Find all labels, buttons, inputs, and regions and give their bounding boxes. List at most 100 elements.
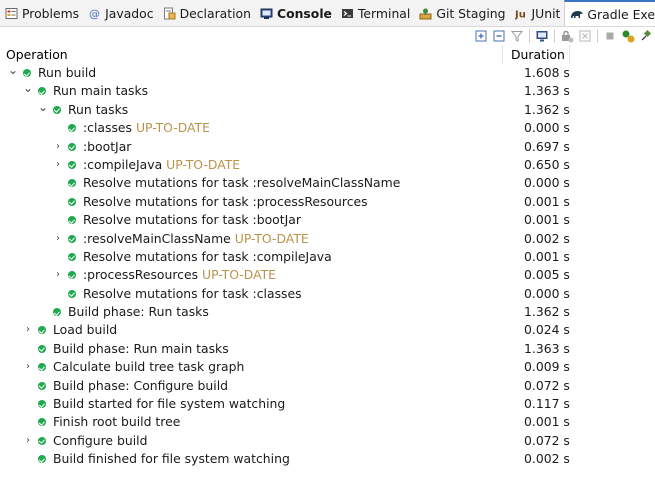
operation-name: Build finished for file system watching: [53, 451, 290, 467]
pin-icon[interactable]: [639, 29, 653, 43]
tree-row[interactable]: › :bootJar 0.697 s: [0, 138, 655, 156]
view-toolbar: [472, 27, 655, 45]
tree-row[interactable]: Build started for file system watching 0.…: [0, 395, 655, 413]
operation-label: :resolveMainClassName UP-TO-DATE: [83, 231, 309, 246]
tree-row[interactable]: ›:processResources UP-TO-DATE 0.005 s: [0, 266, 655, 284]
operation-label: :classes UP-TO-DATE: [83, 120, 210, 135]
collapsed-chevron-icon[interactable]: ›: [22, 358, 34, 376]
duration-value: 0.697 s: [524, 138, 570, 154]
expanded-chevron-icon[interactable]: ⌄: [7, 64, 19, 82]
rerun-icon[interactable]: [560, 29, 574, 43]
tree-row[interactable]: ⌄ Run main tasks 1.363 s: [0, 82, 655, 100]
filter-icon[interactable]: [510, 29, 524, 43]
success-status-icon: [38, 436, 46, 445]
cancel-icon[interactable]: [578, 29, 592, 43]
tree-row[interactable]: Resolve mutations for task :resolveMainC…: [0, 174, 655, 192]
tab-label: JUnit: [531, 5, 561, 21]
tab-problems[interactable]: Problems: [0, 0, 83, 26]
tree-row[interactable]: Build phase: Run main tasks 1.363 s: [0, 340, 655, 358]
tree-row[interactable]: ⌄ Run tasks 1.362 s: [0, 100, 655, 119]
duration-value: 1.608 s: [524, 65, 570, 80]
tab-declaration[interactable]: Declaration: [158, 0, 255, 26]
operation-label: Run main tasks: [53, 83, 148, 98]
collapsed-chevron-icon[interactable]: ›: [52, 266, 64, 284]
tree-row[interactable]: ⌄ Run build 1.608 s: [0, 64, 655, 82]
tab-terminal[interactable]: Terminal: [336, 0, 414, 26]
tab-javadoc[interactable]: @ Javadoc: [83, 0, 157, 26]
operation-label: Build phase: Run tasks: [68, 304, 209, 319]
execution-tree[interactable]: ⌄ Run build 1.608 s ⌄ Run main tasks 1.363 s ⌄…: [0, 64, 655, 469]
success-status-icon: [38, 455, 46, 464]
duration-value: 0.650 s: [524, 156, 570, 172]
tree-row[interactable]: › Load build 0.024 s: [0, 321, 655, 339]
tree-row[interactable]: ›:resolveMainClassName UP-TO-DATE 0.002 s: [0, 230, 655, 248]
duration-column-header[interactable]: Duration: [511, 47, 565, 62]
success-status-icon: [38, 418, 46, 427]
duration-value: 1.362 s: [524, 101, 570, 117]
tab-console[interactable]: Console: [255, 0, 336, 26]
tree-row[interactable]: ›:compileJava UP-TO-DATE 0.650 s: [0, 156, 655, 174]
tree-row[interactable]: Resolve mutations for task :classes 0.000…: [0, 285, 655, 303]
collapsed-chevron-icon[interactable]: ›: [52, 156, 64, 174]
success-status-icon: [68, 179, 76, 188]
duration-value: 0.001 s: [524, 248, 570, 264]
success-status-icon: [68, 271, 76, 280]
success-status-icon: [53, 105, 61, 114]
collapsed-chevron-icon[interactable]: ›: [52, 138, 64, 156]
duration-value: 0.001 s: [524, 414, 570, 430]
collapsed-chevron-icon[interactable]: ›: [22, 321, 34, 339]
success-status-icon: [68, 197, 76, 206]
duration-value: 0.001 s: [524, 212, 570, 228]
duration-value: 0.000 s: [524, 285, 570, 301]
duration-value: 0.001 s: [524, 193, 570, 209]
success-status-icon: [68, 160, 76, 169]
operation-name: Build started for file system watching: [53, 396, 286, 412]
operation-name: Run build: [38, 65, 97, 80]
success-status-icon: [68, 252, 76, 261]
tree-row[interactable]: Resolve mutations for task :bootJar 0.001…: [0, 211, 655, 229]
tab-label: Console: [277, 5, 332, 21]
svg-text:Ju: Ju: [515, 9, 526, 20]
console-icon: [260, 7, 273, 20]
tab-junit[interactable]: Ju JUnit: [510, 0, 565, 26]
stop-icon[interactable]: [603, 29, 617, 43]
junit-icon: Ju: [514, 7, 528, 20]
toolbar-separator: [597, 29, 598, 43]
tree-row[interactable]: Build phase: Run tasks 1.362 s: [0, 303, 655, 321]
operation-label: Build phase: Configure build: [53, 378, 228, 393]
duration-value: 1.362 s: [524, 304, 570, 320]
link-with-console-icon[interactable]: [535, 29, 549, 43]
tree-row[interactable]: › Configure build 0.072 s: [0, 432, 655, 450]
expand-all-icon[interactable]: [474, 29, 488, 43]
operation-name: :compileJava: [83, 156, 163, 172]
tree-row[interactable]: Build finished for file system watching 0…: [0, 450, 655, 468]
operation-column-header[interactable]: Operation: [6, 47, 68, 62]
tree-row[interactable]: Resolve mutations for task :processResou…: [0, 193, 655, 211]
operation-name: Configure build: [53, 432, 148, 448]
operation-label: :bootJar: [83, 139, 131, 154]
tree-row[interactable]: › Calculate build tree task graph 0.009 s: [0, 358, 655, 376]
operation-name: Resolve mutations for task :processResou…: [83, 193, 368, 209]
tree-row[interactable]: Finish root build tree 0.001 s: [0, 413, 655, 431]
terminal-icon: [341, 7, 354, 20]
collapsed-chevron-icon[interactable]: ›: [22, 432, 34, 450]
collapse-all-icon[interactable]: [492, 29, 506, 43]
tree-row[interactable]: Build phase: Configure build 0.072 s: [0, 377, 655, 395]
tab-git-staging[interactable]: Git Staging: [414, 0, 509, 26]
operation-name: Resolve mutations for task :compileJava: [83, 248, 332, 264]
operation-label: Build phase: Run main tasks: [53, 341, 229, 356]
run-gradle-icon[interactable]: [621, 29, 635, 43]
tree-row[interactable]: Resolve mutations for task :compileJava 0…: [0, 248, 655, 266]
expanded-chevron-icon[interactable]: ⌄: [37, 100, 49, 119]
success-status-icon: [68, 234, 76, 243]
operation-label: Build started for file system watching: [53, 396, 285, 411]
operation-label: Build finished for file system watching: [53, 451, 290, 466]
operation-name: Build phase: Run tasks: [68, 304, 209, 320]
duration-column-cell: Duration: [502, 45, 570, 64]
expanded-chevron-icon[interactable]: ⌄: [22, 82, 34, 100]
problems-icon: [5, 7, 18, 20]
duration-value: 0.072 s: [524, 432, 570, 448]
tree-row[interactable]: :classes UP-TO-DATE 0.000 s: [0, 119, 655, 137]
tab-gradle-executions[interactable]: Gradle Executions ✕: [564, 0, 655, 26]
collapsed-chevron-icon[interactable]: ›: [52, 230, 64, 248]
